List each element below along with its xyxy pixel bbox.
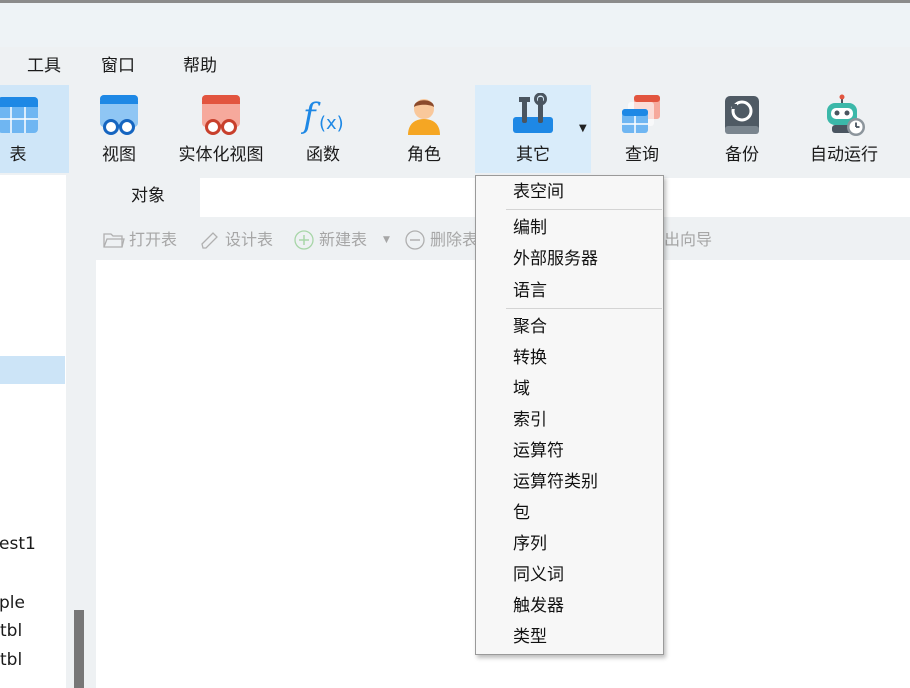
minus-circle-icon xyxy=(405,230,425,250)
open-table-label: 打开表 xyxy=(129,230,178,249)
navigation-pane: est1 ple tbl tbl xyxy=(0,175,66,688)
design-table-button[interactable]: 设计表 xyxy=(199,229,289,251)
tree-item[interactable]: est1 xyxy=(0,533,36,555)
menu-item-language[interactable]: 语言 xyxy=(513,280,547,302)
query-icon xyxy=(620,93,664,137)
other-dropdown-menu: 表空间 编制 外部服务器 语言 聚合 转换 域 索引 运算符 运算符类别 包 序… xyxy=(475,175,664,655)
toolbar-view-label: 视图 xyxy=(102,145,136,165)
tab-objects[interactable]: 对象 xyxy=(96,175,200,217)
toolbar-autorun-label: 自动运行 xyxy=(810,145,878,165)
design-table-label: 设计表 xyxy=(225,230,274,249)
view-icon xyxy=(97,93,141,137)
chevron-down-icon[interactable]: ▼ xyxy=(383,229,390,251)
menu-item-foreign-server[interactable]: 外部服务器 xyxy=(513,248,598,270)
tree-item[interactable]: tbl xyxy=(0,620,22,642)
menu-item-trigger[interactable]: 触发器 xyxy=(513,595,564,617)
plus-circle-icon xyxy=(294,230,314,250)
menu-item-operator-class[interactable]: 运算符类别 xyxy=(513,471,598,493)
menu-item-type[interactable]: 类型 xyxy=(513,626,547,648)
tree-item[interactable]: ple xyxy=(0,592,25,614)
menu-item-operator[interactable]: 运算符 xyxy=(513,440,564,462)
toolbar-other-label: 其它 xyxy=(516,145,550,165)
open-table-button[interactable]: 打开表 xyxy=(103,229,193,251)
toolbar-view-button[interactable]: 视图 xyxy=(80,85,158,173)
main-toolbar: 表 视图 实体化视图 f (x) 函数 角色 其它 ▼ 查询 备份 自动运行 xyxy=(0,85,910,175)
toolbar-query-label: 查询 xyxy=(625,145,659,165)
menu-bar: 工具 窗口 帮助 xyxy=(0,47,910,85)
toolbar-function-button[interactable]: f (x) 函数 xyxy=(284,85,362,173)
svg-text:f: f xyxy=(301,96,321,136)
new-table-label: 新建表 xyxy=(319,230,368,249)
toolbar-role-label: 角色 xyxy=(407,145,441,165)
menu-item-conversion[interactable]: 转换 xyxy=(513,347,547,369)
menu-tools[interactable]: 工具 xyxy=(27,55,61,77)
menu-help[interactable]: 帮助 xyxy=(183,55,217,77)
backup-icon xyxy=(720,93,764,137)
toolbar-query-button[interactable]: 查询 xyxy=(603,85,681,173)
menu-item-package[interactable]: 包 xyxy=(513,502,530,524)
robot-icon xyxy=(822,93,866,137)
table-icon xyxy=(0,93,40,137)
toolbar-autorun-button[interactable]: 自动运行 xyxy=(801,85,887,173)
menu-separator xyxy=(506,308,662,309)
toolbar-backup-button[interactable]: 备份 xyxy=(703,85,781,173)
title-bar xyxy=(0,3,910,47)
toolbar-materialized-view-label: 实体化视图 xyxy=(178,145,264,165)
new-table-button[interactable]: 新建表 ▼ xyxy=(293,229,391,251)
menu-separator xyxy=(506,209,662,210)
function-icon: f (x) xyxy=(300,93,345,137)
delete-table-label: 删除表 xyxy=(430,230,479,249)
delete-table-button[interactable]: 删除表 xyxy=(404,229,479,251)
chevron-down-icon[interactable]: ▼ xyxy=(579,123,587,134)
menu-item-tablespace[interactable]: 表空间 xyxy=(513,181,564,203)
toolbar-table-label: 表 xyxy=(9,145,27,165)
menu-item-index[interactable]: 索引 xyxy=(513,409,547,431)
toolbar-table-button[interactable]: 表 xyxy=(0,85,69,173)
pencil-icon xyxy=(201,232,218,249)
toolbar-function-label: 函数 xyxy=(306,145,340,165)
toolbar-materialized-view-button[interactable]: 实体化视图 xyxy=(168,85,274,173)
tools-icon xyxy=(511,92,555,137)
menu-item-sequence[interactable]: 序列 xyxy=(513,533,547,555)
menu-item-aggregate[interactable]: 聚合 xyxy=(513,316,547,338)
export-wizard-button[interactable]: 出向导 xyxy=(664,229,724,251)
toolbar-role-button[interactable]: 角色 xyxy=(385,85,463,173)
role-icon xyxy=(402,93,446,137)
toolbar-other-button[interactable]: 其它 xyxy=(475,85,591,173)
materialized-view-icon xyxy=(199,93,243,137)
toolbar-backup-label: 备份 xyxy=(725,145,759,165)
menu-item-synonym[interactable]: 同义词 xyxy=(513,564,564,586)
menu-window[interactable]: 窗口 xyxy=(101,55,135,77)
folder-open-icon xyxy=(103,233,125,248)
menu-item-domain[interactable]: 域 xyxy=(513,378,530,400)
tree-item[interactable]: tbl xyxy=(0,649,22,671)
tree-item-selected[interactable] xyxy=(0,356,65,384)
menu-item-compile[interactable]: 编制 xyxy=(513,217,547,239)
svg-text:(x): (x) xyxy=(319,113,344,134)
sidebar-scrollbar-thumb[interactable] xyxy=(74,610,84,688)
export-wizard-label: 出向导 xyxy=(664,230,713,249)
